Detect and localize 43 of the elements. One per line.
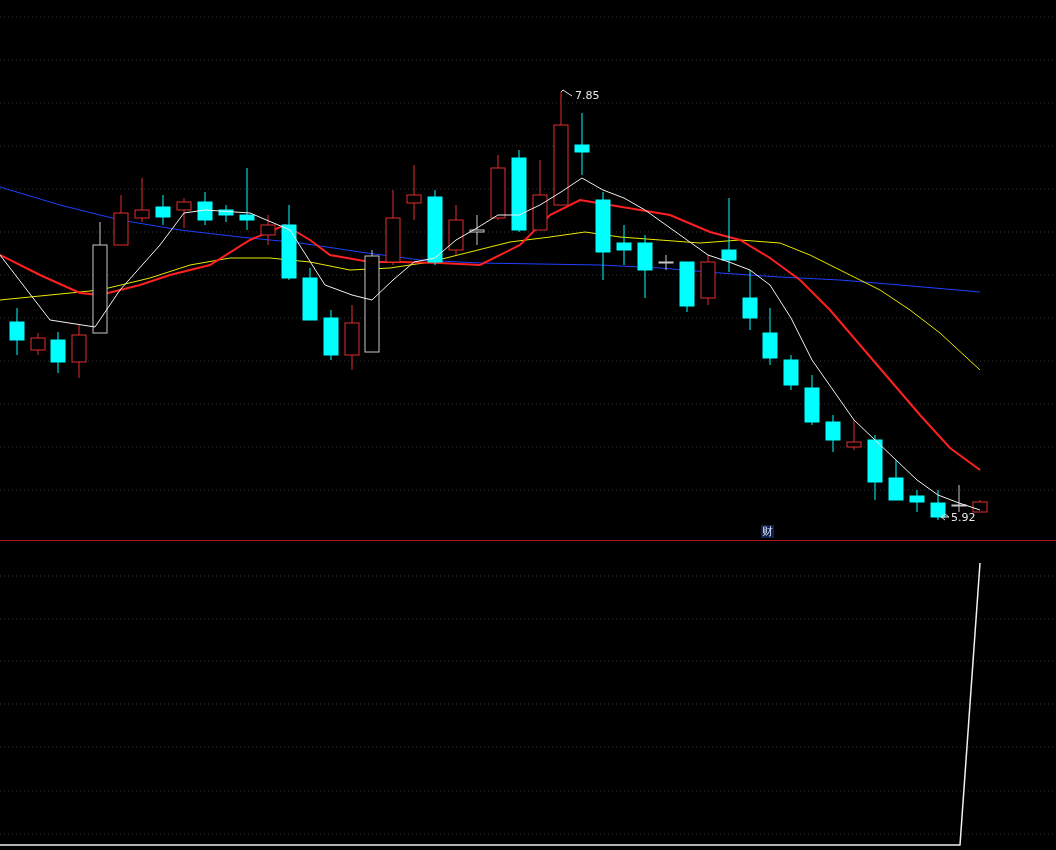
leader-line <box>940 513 950 521</box>
candlestick <box>323 309 339 361</box>
candlestick <box>804 374 820 426</box>
candlestick <box>930 489 946 521</box>
candlestick <box>9 307 25 356</box>
candlestick <box>134 177 150 223</box>
leader-line <box>560 89 573 97</box>
candlestick <box>176 197 192 229</box>
high-price-label: 7.85 <box>575 89 600 102</box>
candlestick <box>783 354 799 391</box>
candlestick <box>344 304 360 371</box>
candlestick <box>197 191 213 226</box>
candlestick <box>30 332 46 356</box>
candlestick <box>448 204 464 256</box>
candlestick <box>260 214 276 246</box>
candlestick <box>742 269 758 331</box>
candlestick <box>909 489 925 513</box>
candlestick <box>846 419 862 451</box>
candlestick <box>50 331 66 374</box>
candlestick <box>867 434 883 501</box>
candlestick <box>490 154 506 221</box>
candlestick <box>469 214 485 246</box>
low-price-label: 5.92 <box>951 511 976 524</box>
event-marker: 财 <box>761 525 774 538</box>
candlestick <box>637 234 653 299</box>
candlestick <box>574 112 590 176</box>
candlestick <box>762 307 778 366</box>
candlestick <box>951 484 967 513</box>
candlestick <box>616 224 632 266</box>
candlestick <box>825 414 841 453</box>
candlestick <box>302 267 318 321</box>
candlestick <box>700 254 716 306</box>
candlestick <box>155 194 171 226</box>
candlestick <box>679 261 695 313</box>
candlestick <box>218 204 234 223</box>
candlestick <box>239 167 255 231</box>
candlestick <box>532 159 548 231</box>
candlestick <box>658 254 674 271</box>
candlestick <box>888 459 904 501</box>
candlestick <box>71 324 87 379</box>
candlestick <box>113 194 129 246</box>
candlestick <box>406 164 422 221</box>
candlestick <box>972 499 988 513</box>
